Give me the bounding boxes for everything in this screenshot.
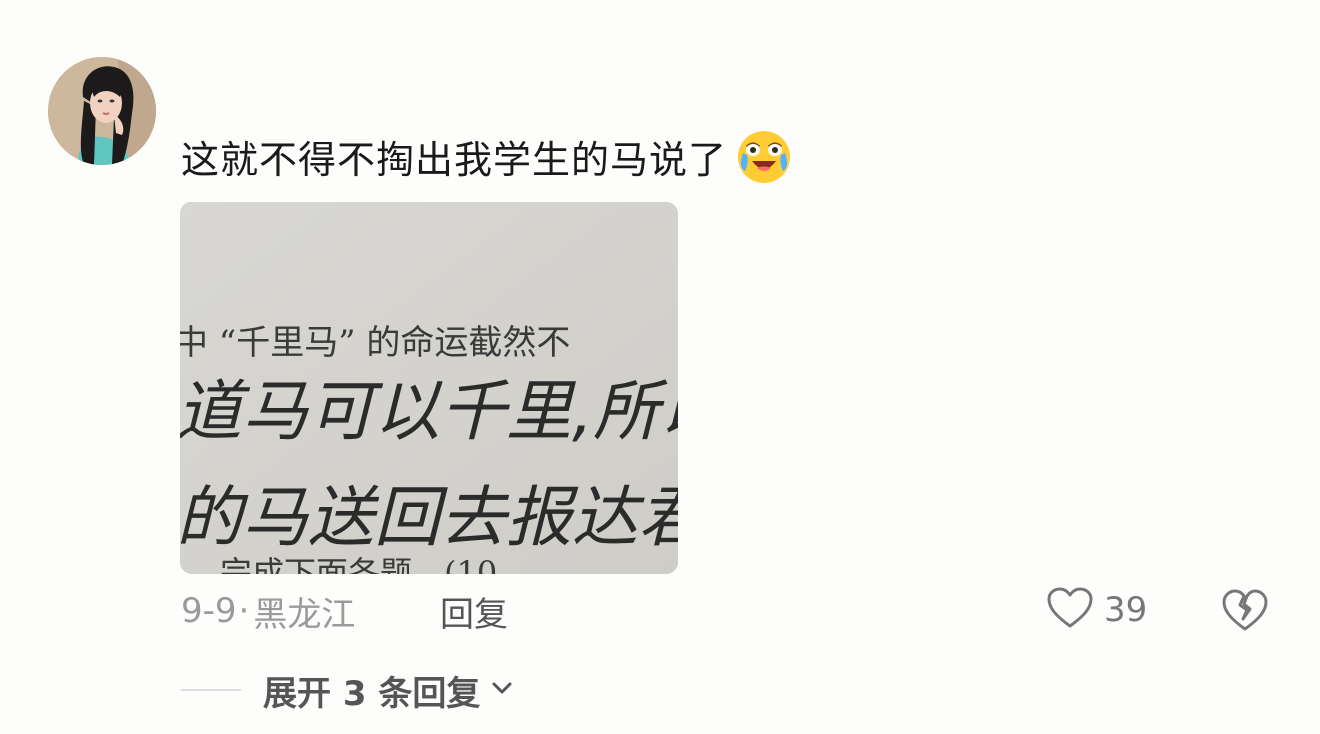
comment-location: 黑龙江 — [253, 594, 356, 635]
comment-body: 这就不得不掏出我学生的马说了 — [181, 137, 728, 182]
comment-date: 9-9 — [181, 591, 237, 631]
reply-button[interactable]: 回复 — [440, 588, 508, 635]
broken-heart-icon — [1220, 589, 1270, 639]
handwriting-photo: 中 “千里马” 的命运截然不 道马可以千里,所以吃 的马送回去报达君 完成下面各… — [180, 202, 678, 574]
comment-card: 这就不得不掏出我学生的马说了 中 “千里马” 的命运截然不 道马可以千里,所 的… — [0, 0, 1320, 734]
avatar[interactable] — [48, 57, 156, 165]
crying-laughing-emoji-icon — [735, 127, 793, 185]
comment-text: 这就不得不掏出我学生的马说了 — [181, 126, 793, 186]
chevron-down-icon — [490, 679, 514, 701]
expand-replies-button[interactable]: 展开 3 条回复 — [181, 667, 514, 714]
reply-label: 回复 — [440, 594, 508, 635]
comment-image[interactable]: 中 “千里马” 的命运截然不 道马可以千里,所以吃 的马送回去报达君 完成下面各… — [180, 202, 678, 574]
heart-icon — [1046, 586, 1094, 634]
divider-line — [181, 689, 241, 691]
comment-meta: 9-9 · 黑龙江 — [181, 588, 356, 635]
like-count: 39 — [1104, 590, 1148, 630]
dislike-button[interactable] — [1220, 585, 1270, 635]
expand-replies-label: 展开 3 条回复 — [263, 673, 481, 714]
handwritten-line-1: 道马可以千里,所以吃 — [180, 373, 678, 450]
printed-line-bottom: 完成下面各题。(10 — [220, 554, 497, 574]
meta-separator: · — [238, 591, 250, 631]
like-button[interactable]: 39 — [1046, 585, 1147, 635]
handwritten-line-2: 的马送回去报达君 — [180, 479, 678, 556]
printed-line: 中 “千里马” 的命运截然不 — [180, 323, 570, 363]
